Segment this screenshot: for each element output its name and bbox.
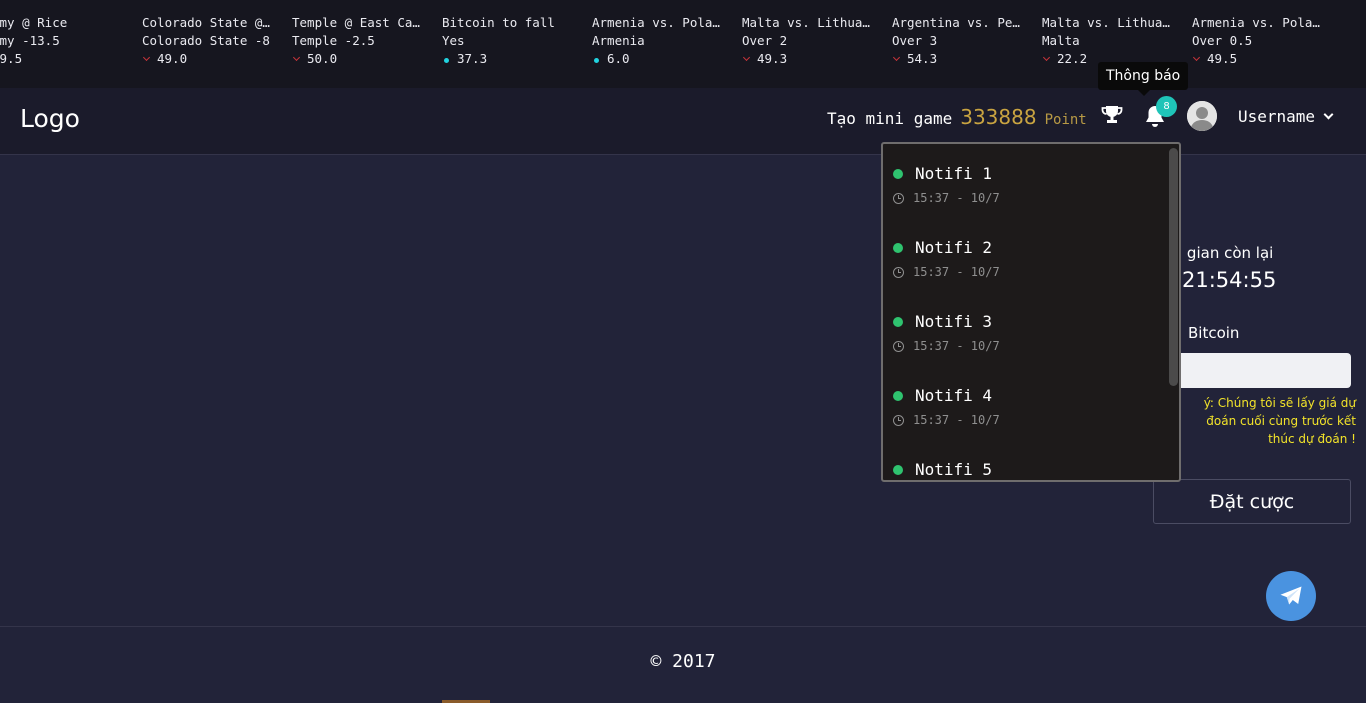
notification-title: Notifi 3 xyxy=(915,312,993,331)
notification-item[interactable]: Notifi 5 xyxy=(893,460,1163,479)
ticker-event: Malta vs. Lithua… xyxy=(742,15,870,30)
ticker-value: 37.3 xyxy=(457,51,488,66)
unread-dot-icon xyxy=(893,464,903,475)
ticker-event: Temple @ East Ca… xyxy=(292,15,420,30)
ticker-pick: Temple -2.5 xyxy=(292,33,375,48)
ticker-value: 54.3 xyxy=(907,51,938,66)
ticker-pick: Armenia xyxy=(592,33,645,48)
notification-count-badge: 8 xyxy=(1156,96,1177,117)
clock-icon xyxy=(893,414,904,426)
notification-title: Notifi 1 xyxy=(915,164,993,183)
ticker-event: Colorado State @… xyxy=(142,15,270,30)
ticker-item[interactable]: Malta vs. Lithua… Over 2 49.3 xyxy=(742,14,882,68)
ticker-value: 22.2 xyxy=(1057,51,1088,66)
clock-icon xyxy=(893,192,904,204)
ticker-value: 50.0 xyxy=(307,51,338,66)
notification-title: Notifi 4 xyxy=(915,386,993,405)
clock-icon xyxy=(893,340,904,352)
ticker-item[interactable]: rmy @ Rice rmy -13.5 49.5 xyxy=(0,14,132,68)
trend-down-icon xyxy=(1042,53,1051,62)
notification-time: 15:37 - 10/7 xyxy=(913,191,1000,205)
time-remaining-label: i gian còn lại xyxy=(1178,244,1274,262)
ticker-pick: Malta xyxy=(1042,33,1080,48)
ticker-value: 49.5 xyxy=(0,51,23,66)
place-bet-button[interactable]: Đặt cược xyxy=(1153,479,1351,524)
mini-game-label: Tạo mini game xyxy=(827,109,953,128)
footer: © 2017 xyxy=(0,626,1366,703)
notification-item[interactable]: Notifi 3 15:37 - 10/7 xyxy=(893,312,1163,353)
trend-up-icon xyxy=(594,57,599,63)
notification-scrollbar[interactable] xyxy=(1169,148,1178,386)
user-avatar-icon[interactable] xyxy=(1187,101,1217,131)
notification-dropdown[interactable]: Notifi 1 15:37 - 10/7 Notifi 2 15:37 - 1… xyxy=(881,142,1181,482)
ticker-event: Malta vs. Lithua… xyxy=(1042,15,1170,30)
ticker-event: rmy @ Rice xyxy=(0,15,68,30)
logo[interactable]: Logo xyxy=(20,104,80,133)
unread-dot-icon xyxy=(893,168,903,179)
trend-up-icon xyxy=(444,57,449,63)
points-balance: 333888 xyxy=(960,105,1037,129)
notification-time: 15:37 - 10/7 xyxy=(913,339,1000,353)
unread-dot-icon xyxy=(893,316,903,327)
notification-item[interactable]: Notifi 1 15:37 - 10/7 xyxy=(893,164,1163,205)
notification-item[interactable]: Notifi 4 15:37 - 10/7 xyxy=(893,386,1163,427)
ticker-event: Armenia vs. Pola… xyxy=(592,15,720,30)
clock-icon xyxy=(893,266,904,278)
ticker-pick: Over 0.5 xyxy=(1192,33,1253,48)
username-label: Username xyxy=(1238,107,1316,126)
notification-tooltip: Thông báo xyxy=(1098,62,1189,96)
trend-down-icon xyxy=(292,53,301,62)
ticker-item[interactable]: Argentina vs. Pe… Over 3 54.3 xyxy=(892,14,1032,68)
coin-label: Bitcoin xyxy=(1188,324,1240,342)
notification-time: 15:37 - 10/7 xyxy=(913,413,1000,427)
ticker-pick: Over 2 xyxy=(742,33,788,48)
unread-dot-icon xyxy=(893,242,903,253)
ticker-value: 49.0 xyxy=(157,51,188,66)
notification-title: Notifi 5 xyxy=(915,460,993,479)
ticker-event: Armenia vs. Pola… xyxy=(1192,15,1320,30)
ticker-item[interactable]: Armenia vs. Pola… Armenia 6.0 xyxy=(592,14,732,68)
ticker-event: Bitcoin to fall xyxy=(442,15,555,30)
ticker-pick: Over 3 xyxy=(892,33,938,48)
telegram-icon xyxy=(1280,586,1302,605)
notification-item[interactable]: Notifi 2 15:37 - 10/7 xyxy=(893,238,1163,279)
trend-down-icon xyxy=(742,53,751,62)
telegram-button[interactable] xyxy=(1266,571,1316,621)
ticker-pick: Yes xyxy=(442,33,465,48)
trend-down-icon xyxy=(142,53,151,62)
copyright-text: © 2017 xyxy=(650,651,716,672)
prediction-note: ý: Chúng tôi sẽ lấy giá dự đoán cuối cùn… xyxy=(1203,396,1356,446)
ticker-value: 6.0 xyxy=(607,51,630,66)
user-menu-toggle[interactable]: Username xyxy=(1238,107,1334,126)
ticker-item[interactable]: Bitcoin to fall Yes 37.3 xyxy=(442,14,582,68)
points-unit: Point xyxy=(1044,112,1087,128)
chevron-down-icon xyxy=(1323,109,1334,120)
ticker-item[interactable]: Armenia vs. Pola… Over 0.5 49.5 xyxy=(1192,14,1332,68)
ticker-pick: Colorado State -8 xyxy=(142,33,270,48)
trophy-icon[interactable] xyxy=(1101,105,1123,129)
ticker-item[interactable]: Temple @ East Ca… Temple -2.5 50.0 xyxy=(292,14,432,68)
ticker-event: Argentina vs. Pe… xyxy=(892,15,1020,30)
ticker-pick: rmy -13.5 xyxy=(0,33,60,48)
countdown-timer: 21:54:55 xyxy=(1182,268,1277,292)
trend-down-icon xyxy=(892,53,901,62)
unread-dot-icon xyxy=(893,390,903,401)
ticker-value: 49.3 xyxy=(757,51,788,66)
notification-time: 15:37 - 10/7 xyxy=(913,265,1000,279)
ticker-value: 49.5 xyxy=(1207,51,1238,66)
create-mini-game-link[interactable]: Tạo mini game 333888 Point xyxy=(827,105,1087,129)
ticker-item[interactable]: Malta vs. Lithua… Malta 22.2 xyxy=(1042,14,1182,68)
ticker-item[interactable]: Colorado State @… Colorado State -8 49.0 xyxy=(142,14,282,68)
trend-down-icon xyxy=(1192,53,1201,62)
notification-title: Notifi 2 xyxy=(915,238,993,257)
